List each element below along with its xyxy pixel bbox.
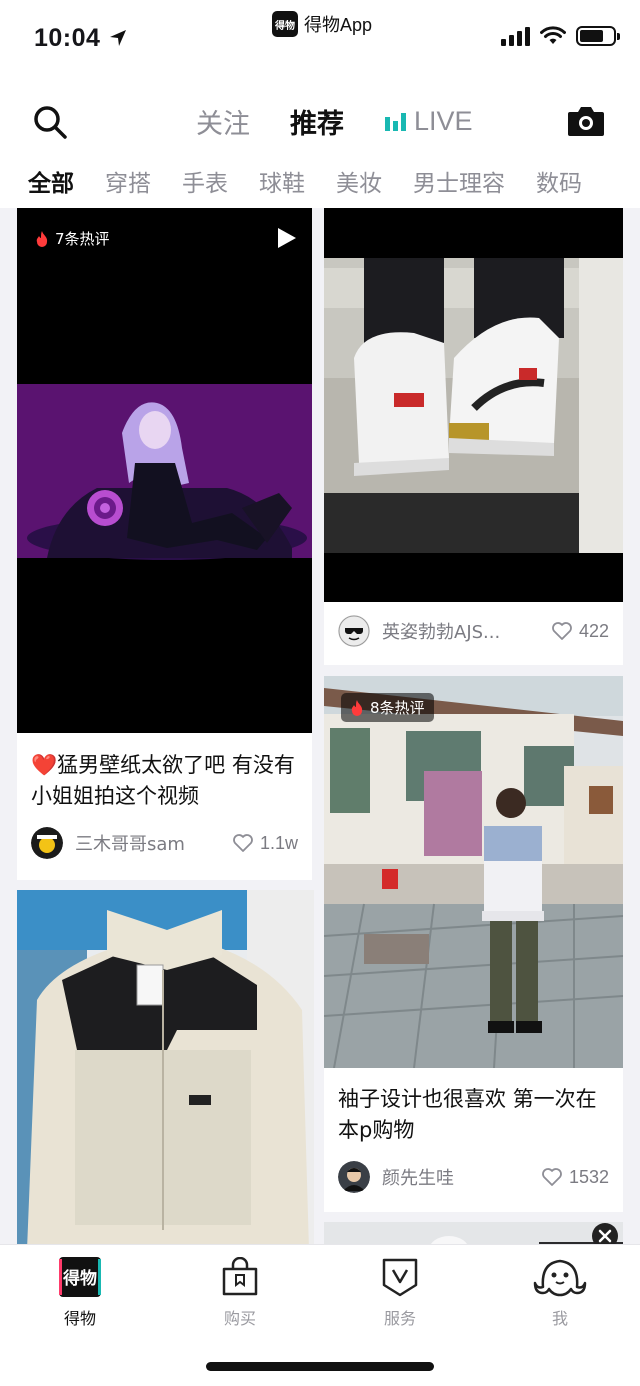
- category-all[interactable]: 全部: [28, 164, 74, 198]
- app-badge[interactable]: 得物 得物App: [272, 10, 372, 38]
- feed-card[interactable]: [17, 890, 314, 1244]
- tab-live-label: LIVE: [414, 105, 473, 136]
- search-icon[interactable]: [32, 104, 68, 140]
- tab-label: 得物: [63, 1309, 96, 1328]
- cellular-signal-icon: [501, 26, 530, 46]
- like-button[interactable]: 1532: [541, 1167, 609, 1188]
- wifi-icon: [540, 26, 566, 44]
- live-bars-icon: [385, 113, 406, 131]
- heart-icon: [233, 834, 253, 852]
- like-count: 1532: [568, 1166, 609, 1187]
- like-count: 422: [578, 620, 609, 641]
- top-navigation: 关注 推荐 LIVE: [0, 88, 640, 154]
- heart-icon: [552, 622, 572, 640]
- like-count: 1.1w: [259, 832, 298, 853]
- tab-recommend[interactable]: 推荐: [290, 102, 344, 141]
- avatar[interactable]: [338, 1161, 370, 1193]
- tab-follow[interactable]: 关注: [196, 102, 250, 141]
- hot-comments-count: 8条热评: [370, 699, 425, 717]
- ghost-profile-icon: [533, 1259, 587, 1297]
- feed-tabs: 关注 推荐 LIVE: [196, 102, 473, 140]
- avatar[interactable]: [31, 827, 63, 859]
- card-meta: 英姿勃勃AJS... 422: [338, 614, 609, 648]
- category-beauty[interactable]: 美妆: [336, 164, 382, 198]
- category-bar: 全部 穿搭 手表 球鞋 美妆 男士理容 数码: [0, 154, 640, 208]
- location-arrow-icon: [110, 30, 126, 46]
- feed-card[interactable]: [324, 1222, 623, 1244]
- status-time: 10:04: [34, 24, 101, 52]
- feed[interactable]: 7条热评 ❤️猛男壁纸太欲了吧 有没有小姐姐拍这个视频 三木哥哥sam 1.1w: [0, 208, 640, 1244]
- camera-icon[interactable]: [566, 104, 606, 138]
- category-sneakers[interactable]: 球鞋: [259, 164, 305, 198]
- home-indicator[interactable]: [206, 1362, 434, 1371]
- tab-live[interactable]: LIVE: [384, 106, 473, 137]
- category-digital[interactable]: 数码: [536, 164, 582, 198]
- category-outfit[interactable]: 穿搭: [105, 164, 151, 198]
- heart-icon: [542, 1168, 562, 1186]
- like-button[interactable]: 422: [551, 621, 609, 642]
- battery-icon: [576, 26, 620, 46]
- tab-me[interactable]: 我: [500, 1257, 620, 1329]
- flame-icon: [36, 230, 48, 247]
- feed-card[interactable]: 英姿勃勃AJS... 422: [324, 208, 623, 665]
- post-image: [324, 208, 623, 602]
- avatar[interactable]: [338, 615, 370, 647]
- flame-icon: [351, 699, 363, 716]
- post-image: [324, 1222, 623, 1244]
- app-name: 得物App: [304, 15, 373, 35]
- hot-comments-count: 7条热评: [55, 230, 110, 248]
- shopping-bag-icon: [222, 1257, 258, 1296]
- tab-service[interactable]: 服务: [340, 1257, 460, 1329]
- like-button[interactable]: 1.1w: [232, 833, 298, 854]
- card-title[interactable]: ❤️猛男壁纸太欲了吧 有没有小姐姐拍这个视频: [31, 750, 298, 812]
- tab-dewu[interactable]: 得物 得物: [20, 1257, 140, 1329]
- hot-comments-badge: 8条热评: [341, 693, 434, 722]
- dewu-logo-icon: 得物: [59, 1257, 101, 1297]
- card-meta: 三木哥哥sam 1.1w: [31, 826, 298, 860]
- author-name[interactable]: 三木哥哥sam: [75, 830, 232, 856]
- card-meta: 颜先生哇 1532: [338, 1160, 609, 1194]
- play-icon[interactable]: [276, 226, 298, 250]
- tab-buy[interactable]: 购买: [180, 1257, 300, 1329]
- post-image: [324, 676, 623, 1068]
- card-title[interactable]: 袖子设计也很喜欢 第一次在本p购物: [338, 1084, 609, 1146]
- close-icon[interactable]: [591, 1222, 619, 1244]
- tab-label: 我: [551, 1309, 568, 1328]
- tab-logo-text: 得物: [62, 1268, 97, 1289]
- author-name[interactable]: 颜先生哇: [382, 1164, 541, 1190]
- status-bar: 10:04 得物 得物App: [0, 0, 640, 88]
- app-logo-icon: 得物: [272, 11, 298, 37]
- author-name[interactable]: 英姿勃勃AJS...: [382, 618, 551, 644]
- system-icons: [501, 26, 620, 46]
- category-watch[interactable]: 手表: [182, 164, 228, 198]
- feed-card[interactable]: 7条热评 ❤️猛男壁纸太欲了吧 有没有小姐姐拍这个视频 三木哥哥sam 1.1w: [17, 208, 312, 880]
- post-image: [17, 890, 314, 1244]
- hot-comments-badge: 7条热评: [29, 224, 116, 253]
- video-thumbnail: [17, 208, 312, 733]
- tab-label: 购买: [223, 1309, 256, 1328]
- category-mens-grooming[interactable]: 男士理容: [413, 164, 505, 198]
- tab-label: 服务: [383, 1309, 416, 1328]
- feed-card[interactable]: 8条热评 袖子设计也很喜欢 第一次在本p购物 颜先生哇 1532: [324, 676, 623, 1212]
- shield-v-icon: [382, 1258, 418, 1297]
